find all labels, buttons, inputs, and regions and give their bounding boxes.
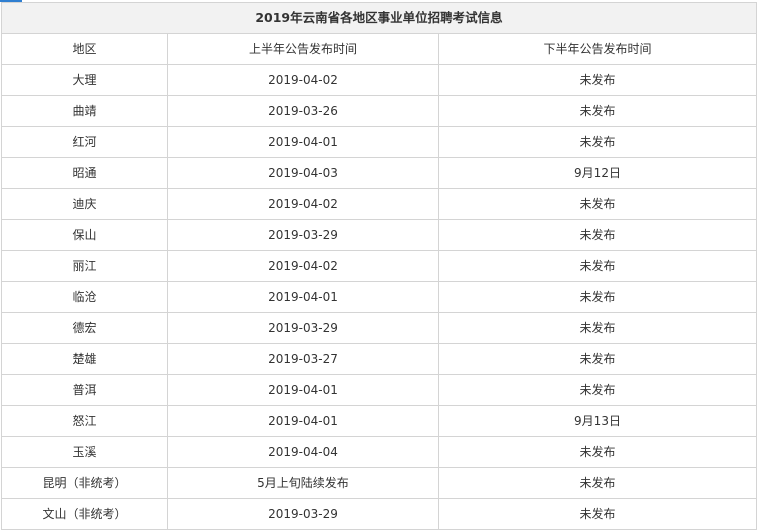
second-half-date-cell: 未发布 xyxy=(438,188,757,220)
table-row: 怒江 2019-04-01 9月13日 xyxy=(1,405,757,437)
second-half-date-cell: 未发布 xyxy=(438,343,757,375)
second-half-date-cell: 未发布 xyxy=(438,281,757,313)
region-cell: 曲靖 xyxy=(1,95,168,127)
table-header-row: 地区 上半年公告发布时间 下半年公告发布时间 xyxy=(1,33,757,65)
first-half-date-cell: 5月上旬陆续发布 xyxy=(167,467,439,499)
table-row: 曲靖 2019-03-26 未发布 xyxy=(1,95,757,127)
table-row: 昭通 2019-04-03 9月12日 xyxy=(1,157,757,189)
second-half-date-cell: 未发布 xyxy=(438,467,757,499)
table-row: 迪庆 2019-04-02 未发布 xyxy=(1,188,757,220)
table-row: 玉溪 2019-04-04 未发布 xyxy=(1,436,757,468)
first-half-date-cell: 2019-03-29 xyxy=(167,219,439,251)
region-cell: 怒江 xyxy=(1,405,168,437)
second-half-date-cell: 未发布 xyxy=(438,64,757,96)
first-half-date-cell: 2019-04-01 xyxy=(167,374,439,406)
first-half-date-cell: 2019-04-01 xyxy=(167,405,439,437)
first-half-date-cell: 2019-04-02 xyxy=(167,64,439,96)
table-row: 保山 2019-03-29 未发布 xyxy=(1,219,757,251)
second-half-date-cell: 未发布 xyxy=(438,126,757,158)
table-row: 丽江 2019-04-02 未发布 xyxy=(1,250,757,282)
second-half-date-cell: 未发布 xyxy=(438,374,757,406)
header-region: 地区 xyxy=(1,33,168,65)
first-half-date-cell: 2019-04-02 xyxy=(167,188,439,220)
first-half-date-cell: 2019-04-01 xyxy=(167,281,439,313)
region-cell: 大理 xyxy=(1,64,168,96)
first-half-date-cell: 2019-03-29 xyxy=(167,498,439,530)
region-cell: 玉溪 xyxy=(1,436,168,468)
region-cell: 丽江 xyxy=(1,250,168,282)
table-row: 德宏 2019-03-29 未发布 xyxy=(1,312,757,344)
table-row: 文山（非统考） 2019-03-29 未发布 xyxy=(1,498,757,530)
first-half-date-cell: 2019-04-01 xyxy=(167,126,439,158)
region-cell: 楚雄 xyxy=(1,343,168,375)
second-half-date-cell: 9月13日 xyxy=(438,405,757,437)
region-cell: 保山 xyxy=(1,219,168,251)
region-cell: 迪庆 xyxy=(1,188,168,220)
region-cell: 临沧 xyxy=(1,281,168,313)
second-half-date-cell: 未发布 xyxy=(438,498,757,530)
recruitment-info-table: 2019年云南省各地区事业单位招聘考试信息 地区 上半年公告发布时间 下半年公告… xyxy=(1,2,757,530)
header-first-half-date: 上半年公告发布时间 xyxy=(167,33,439,65)
table-title-row: 2019年云南省各地区事业单位招聘考试信息 xyxy=(1,2,757,34)
table-row: 楚雄 2019-03-27 未发布 xyxy=(1,343,757,375)
second-half-date-cell: 未发布 xyxy=(438,219,757,251)
first-half-date-cell: 2019-04-02 xyxy=(167,250,439,282)
table-body: 2019年云南省各地区事业单位招聘考试信息 地区 上半年公告发布时间 下半年公告… xyxy=(1,2,757,530)
region-cell: 红河 xyxy=(1,126,168,158)
second-half-date-cell: 未发布 xyxy=(438,312,757,344)
region-cell: 普洱 xyxy=(1,374,168,406)
second-half-date-cell: 9月12日 xyxy=(438,157,757,189)
table-row: 大理 2019-04-02 未发布 xyxy=(1,64,757,96)
table-row: 昆明（非统考） 5月上旬陆续发布 未发布 xyxy=(1,467,757,499)
first-half-date-cell: 2019-04-03 xyxy=(167,157,439,189)
region-cell: 德宏 xyxy=(1,312,168,344)
first-half-date-cell: 2019-03-27 xyxy=(167,343,439,375)
second-half-date-cell: 未发布 xyxy=(438,95,757,127)
second-half-date-cell: 未发布 xyxy=(438,250,757,282)
region-cell: 昭通 xyxy=(1,157,168,189)
header-second-half-date: 下半年公告发布时间 xyxy=(438,33,757,65)
second-half-date-cell: 未发布 xyxy=(438,436,757,468)
first-half-date-cell: 2019-03-29 xyxy=(167,312,439,344)
region-cell: 文山（非统考） xyxy=(1,498,168,530)
table-row: 普洱 2019-04-01 未发布 xyxy=(1,374,757,406)
table-row: 临沧 2019-04-01 未发布 xyxy=(1,281,757,313)
first-half-date-cell: 2019-03-26 xyxy=(167,95,439,127)
table-row: 红河 2019-04-01 未发布 xyxy=(1,126,757,158)
first-half-date-cell: 2019-04-04 xyxy=(167,436,439,468)
region-cell: 昆明（非统考） xyxy=(1,467,168,499)
table-title: 2019年云南省各地区事业单位招聘考试信息 xyxy=(1,2,757,34)
